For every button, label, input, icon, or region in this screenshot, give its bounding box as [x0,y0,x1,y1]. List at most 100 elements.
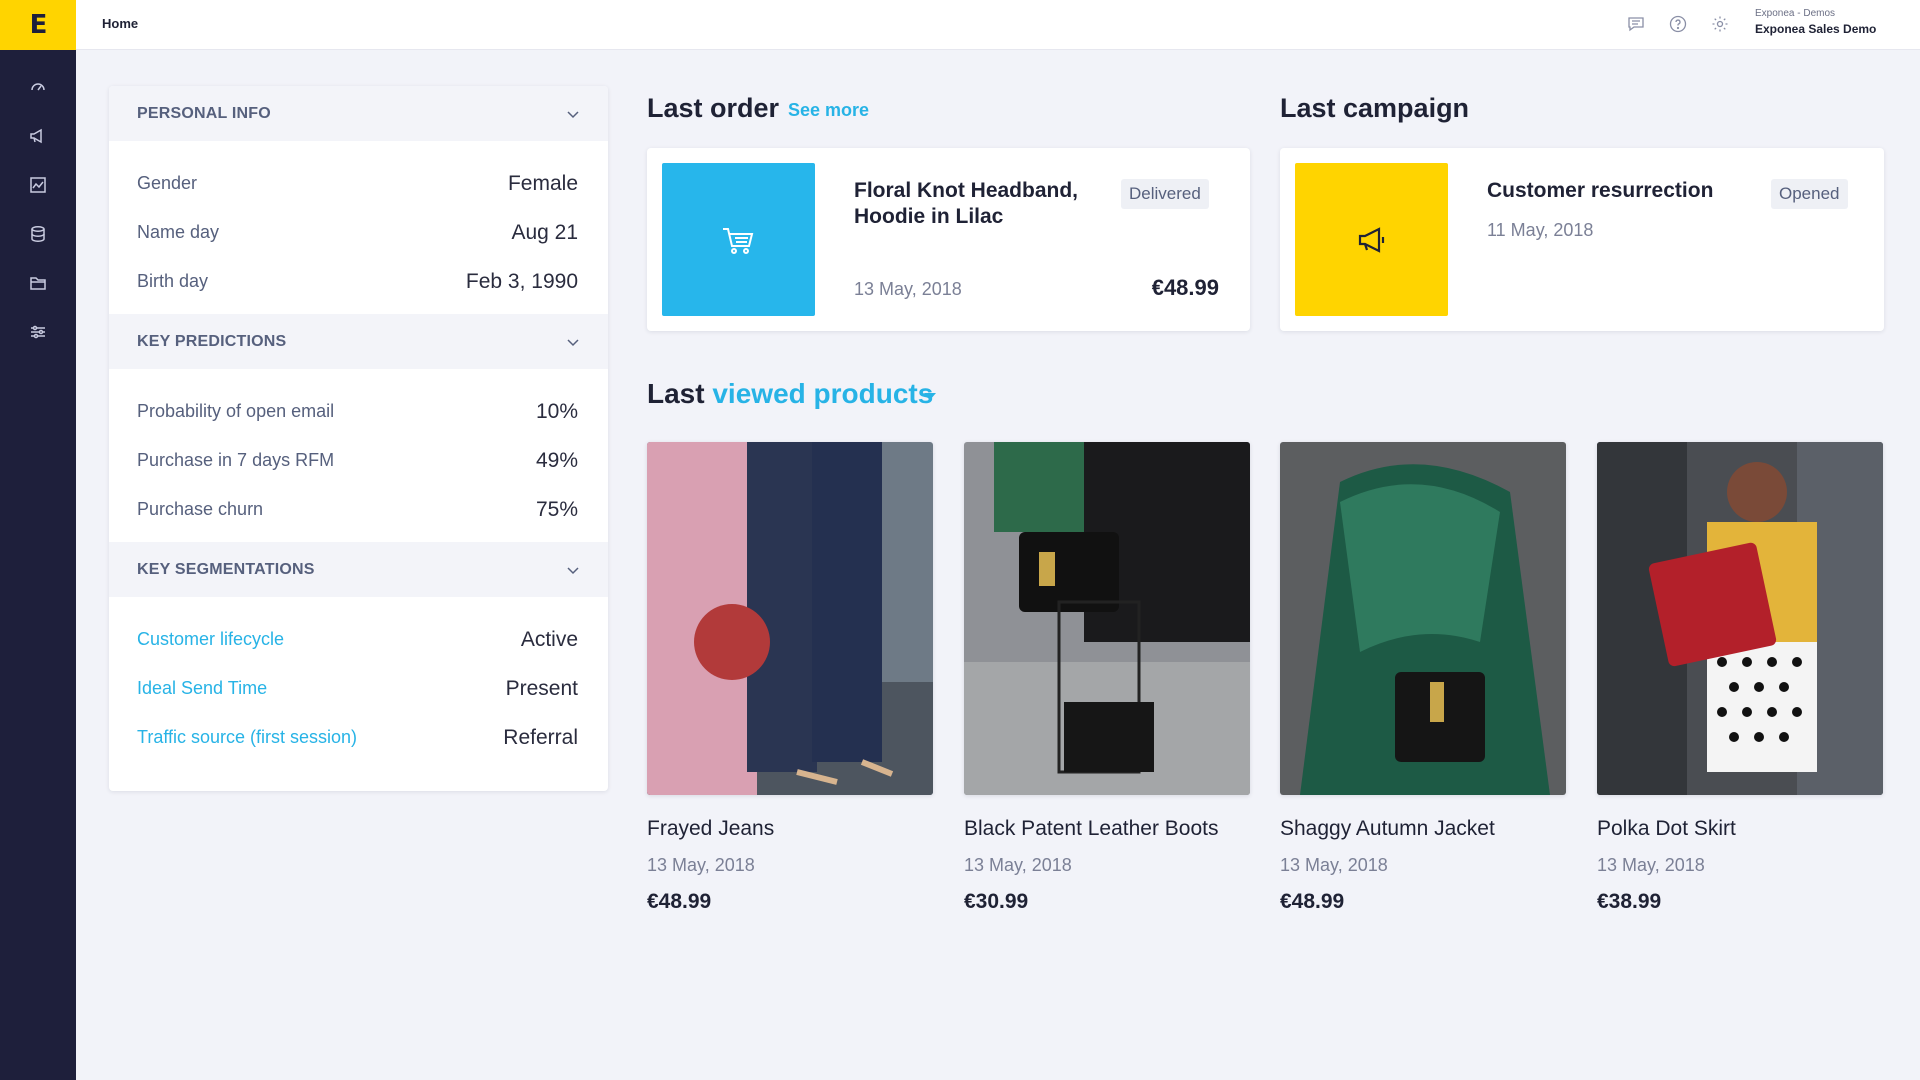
product-name[interactable]: Black Patent Leather Boots [964,817,1250,841]
sidebar-item-campaigns[interactable] [0,111,76,160]
order-price: €48.99 [1152,275,1219,301]
product-price: €38.99 [1597,890,1883,914]
segmentation-row: Ideal Send Time Present [109,664,608,713]
chat-icon[interactable] [1626,14,1646,34]
segmentation-value: Active [521,628,578,652]
prediction-value: 10% [536,400,578,424]
section-key-predictions-header[interactable]: KEY PREDICTIONS [109,314,608,369]
product-date: 13 May, 2018 [1280,855,1566,876]
prediction-row: Probability of open email 10% [109,387,608,436]
prediction-label: Purchase in 7 days RFM [137,450,334,471]
database-icon [29,225,47,243]
sidebar-item-assets[interactable] [0,258,76,307]
dropdown-caret-icon[interactable] [924,393,936,400]
app-logo[interactable]: E [0,0,76,50]
product-name[interactable]: Polka Dot Skirt [1597,817,1883,841]
product-card[interactable]: Polka Dot Skirt 13 May, 2018 €38.99 [1597,442,1883,914]
prediction-row: Purchase churn 75% [109,485,608,534]
last-order-heading: Last order [647,93,779,124]
chevron-down-icon [566,335,580,349]
last-campaign-card[interactable]: Customer resurrection Opened 11 May, 201… [1280,148,1884,331]
product-date: 13 May, 2018 [647,855,933,876]
top-bar: Home Exponea - Demos Exponea Sales Demo [76,0,1920,50]
info-value: Feb 3, 1990 [466,270,578,294]
personal-info-rows: Gender Female Name day Aug 21 Birth day Feb… [109,141,608,314]
product-name[interactable]: Frayed Jeans [647,817,933,841]
settings-sliders-icon [29,323,47,341]
campaign-title: Customer resurrection [1487,178,1737,204]
key-segmentations-rows: Customer lifecycle Active Ideal Send Time… [109,597,608,770]
sidebar: E [0,0,76,1080]
order-status-badge: Delivered [1121,179,1209,209]
sidebar-item-analytics[interactable] [0,160,76,209]
info-label: Name day [137,222,219,243]
prediction-label: Probability of open email [137,401,334,422]
prediction-value: 75% [536,498,578,522]
help-icon[interactable] [1668,14,1688,34]
product-card[interactable]: Frayed Jeans 13 May, 2018 €48.99 [647,442,933,914]
account-project: Exponea Sales Demo [1755,22,1876,36]
prediction-row: Purchase in 7 days RFM 49% [109,436,608,485]
folder-icon [29,274,47,292]
product-image[interactable] [1280,442,1566,795]
campaign-thumbnail [1295,163,1448,316]
breadcrumb[interactable]: Home [102,16,138,31]
product-card[interactable]: Shaggy Autumn Jacket 13 May, 2018 €48.99 [1280,442,1566,914]
info-label: Gender [137,173,197,194]
section-personal-info-header[interactable]: PERSONAL INFO [109,86,608,141]
campaign-status-badge: Opened [1771,179,1848,209]
section-title: PERSONAL INFO [137,105,271,123]
product-card[interactable]: Black Patent Leather Boots 13 May, 2018 … [964,442,1250,914]
chevron-down-icon [566,563,580,577]
info-label: Birth day [137,271,208,292]
analytics-chart-icon [29,176,47,194]
segmentation-row: Traffic source (first session) Referral [109,713,608,762]
product-date: 13 May, 2018 [1597,855,1883,876]
segmentation-value: Referral [503,726,578,750]
segmentation-row: Customer lifecycle Active [109,615,608,664]
segmentation-link[interactable]: Customer lifecycle [137,629,284,650]
dashboard-gauge-icon [29,78,47,96]
prediction-value: 49% [536,449,578,473]
product-image[interactable] [964,442,1250,795]
sidebar-item-dashboard[interactable] [0,62,76,111]
chevron-down-icon [566,107,580,121]
account-switcher[interactable]: Exponea - Demos Exponea Sales Demo [1755,8,1876,36]
info-value: Aug 21 [511,221,578,245]
segmentation-link[interactable]: Traffic source (first session) [137,727,357,748]
segmentation-link[interactable]: Ideal Send Time [137,678,267,699]
sidebar-item-settings[interactable] [0,307,76,356]
product-price: €48.99 [1280,890,1566,914]
last-campaign-heading: Last campaign [1280,93,1469,124]
shopping-cart-icon [719,220,759,260]
heading-prefix: Last [647,378,705,409]
info-row: Gender Female [109,159,608,208]
segmentation-value: Present [506,677,578,701]
product-price: €48.99 [647,890,933,914]
sidebar-item-data[interactable] [0,209,76,258]
megaphone-campaigns-icon [29,127,47,145]
product-image[interactable] [1597,442,1883,795]
info-row: Name day Aug 21 [109,208,608,257]
viewed-products-dropdown[interactable]: viewed products [712,378,933,409]
prediction-label: Purchase churn [137,499,263,520]
settings-gear-icon[interactable] [1710,14,1730,34]
section-title: KEY SEGMENTATIONS [137,561,315,579]
megaphone-icon [1352,220,1392,260]
info-value: Female [508,172,578,196]
order-title: Floral Knot Headband, Hoodie in Lilac [854,178,1104,230]
section-key-segmentations-header[interactable]: KEY SEGMENTATIONS [109,542,608,597]
last-order-card[interactable]: Floral Knot Headband, Hoodie in Lilac De… [647,148,1250,331]
campaign-date: 11 May, 2018 [1487,220,1593,241]
viewed-products-heading: Last viewed products [647,378,933,410]
key-predictions-rows: Probability of open email 10% Purchase in… [109,369,608,542]
product-name[interactable]: Shaggy Autumn Jacket [1280,817,1566,841]
logo-text: E [30,10,47,40]
customer-profile-panel: PERSONAL INFO Gender Female Name day Aug 2… [109,86,608,791]
section-title: KEY PREDICTIONS [137,333,286,351]
account-org: Exponea - Demos [1755,8,1876,19]
order-thumbnail [662,163,815,316]
see-more-link[interactable]: See more [788,100,869,121]
product-date: 13 May, 2018 [964,855,1250,876]
product-image[interactable] [647,442,933,795]
